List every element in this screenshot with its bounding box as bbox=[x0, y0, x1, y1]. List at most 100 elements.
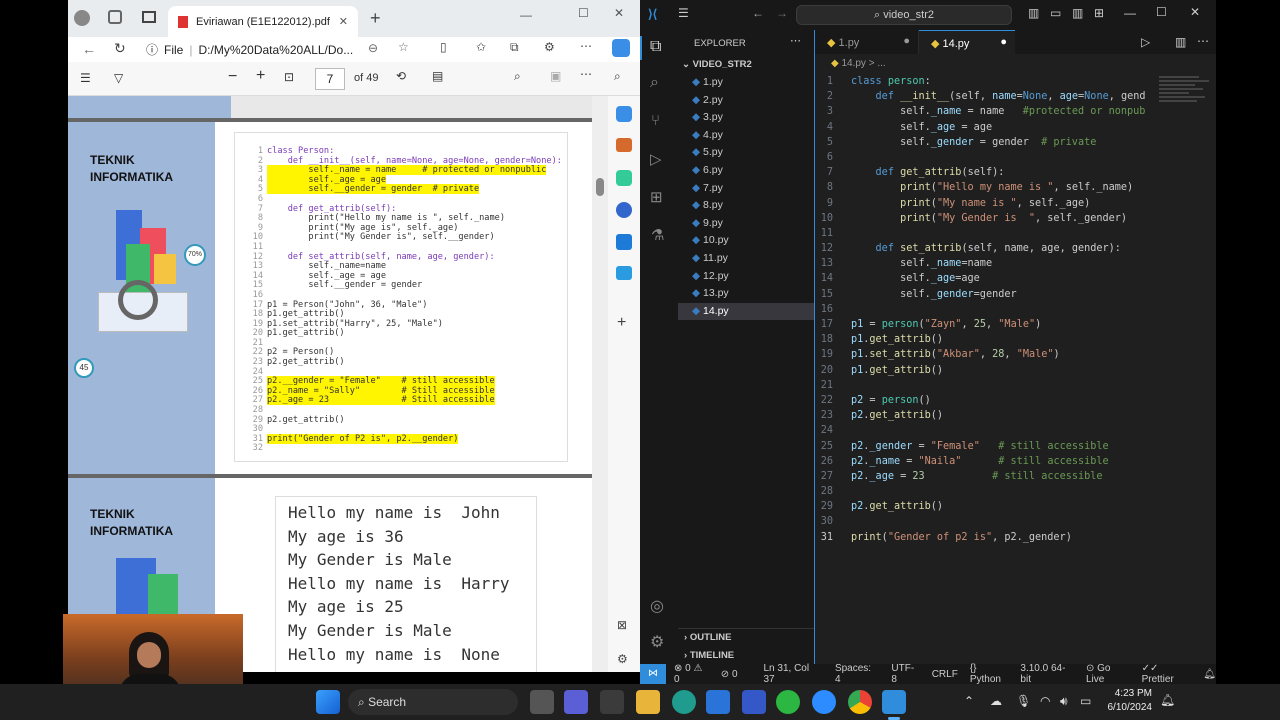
vs-close-icon[interactable]: ✕ bbox=[1190, 5, 1200, 19]
extensions-icon[interactable]: ⚙ bbox=[544, 40, 555, 54]
code-line[interactable]: 11 bbox=[815, 226, 1216, 241]
code-line[interactable]: 27 p2._age = 23 # still accessible bbox=[815, 469, 1216, 484]
ports-status[interactable]: ⊘ 0 bbox=[721, 669, 738, 680]
address-bar[interactable]: ⓘ File | D:/My%20Data%20ALL/Do... bbox=[146, 39, 396, 60]
breadcrumb[interactable]: ◆ 14.py > ... bbox=[831, 58, 886, 69]
explorer-icon[interactable]: ⧉ bbox=[650, 38, 661, 56]
code-line[interactable]: 23 p2.get_attrib() bbox=[815, 408, 1216, 423]
file-item[interactable]: ◆ 14.py bbox=[678, 302, 814, 321]
favorite-icon[interactable]: ☆ bbox=[398, 40, 409, 54]
code-line[interactable]: 17 p1 = person("Zayn", 25, "Male") bbox=[815, 317, 1216, 332]
code-line[interactable]: 8 print("Hello my name is ", self._name) bbox=[815, 180, 1216, 195]
code-line[interactable]: 18 p1.get_attrib() bbox=[815, 332, 1216, 347]
code-line[interactable]: 26 p2._name = "Naila" # still accessible bbox=[815, 454, 1216, 469]
pdf-more-icon[interactable]: ⋯ bbox=[580, 67, 592, 81]
run-debug-icon[interactable]: ▷ bbox=[650, 150, 662, 168]
extensions-view-icon[interactable]: ⊞ bbox=[650, 188, 663, 206]
code-line[interactable]: 4 self._age = age bbox=[815, 120, 1216, 135]
highlight-icon[interactable]: ▽ bbox=[114, 71, 123, 85]
send-icon[interactable] bbox=[616, 266, 632, 280]
folder-header[interactable]: ⌄ VIDEO_STR2 bbox=[682, 59, 752, 70]
settings-icon[interactable]: ⚙ bbox=[617, 652, 628, 666]
tab-actions-icon[interactable] bbox=[142, 11, 156, 23]
collections-icon[interactable]: ⧉ bbox=[510, 40, 519, 55]
accounts-icon[interactable]: ◎ bbox=[650, 596, 664, 616]
command-center-search[interactable]: ⌕ video_str2 bbox=[796, 5, 1012, 25]
clock[interactable]: 4:23 PM 6/10/2024 bbox=[1104, 687, 1153, 715]
battery-icon[interactable]: ▭ bbox=[1080, 694, 1091, 708]
vscode-taskbar-icon[interactable] bbox=[882, 690, 906, 714]
store-icon[interactable] bbox=[706, 690, 730, 714]
layout-icon[interactable]: ▥ bbox=[1028, 6, 1039, 20]
file-item[interactable]: ◆ 3.py bbox=[678, 109, 814, 127]
favorites-icon[interactable]: ✩ bbox=[476, 40, 486, 54]
interpreter[interactable]: 3.10.0 64-bit bbox=[1020, 663, 1076, 685]
pdf-scrollbar[interactable] bbox=[592, 96, 608, 672]
edge-tab-pdf[interactable]: Eviriawan (E1E122012).pdf ✕ bbox=[168, 6, 358, 37]
add-sidebar-icon[interactable]: + bbox=[617, 314, 626, 332]
workspaces-icon[interactable] bbox=[108, 10, 122, 24]
customize-layout-icon[interactable]: ⊞ bbox=[1094, 6, 1104, 20]
end-of-line[interactable]: CRLF bbox=[932, 669, 958, 680]
sidebar-toggle-icon[interactable]: ⊠ bbox=[617, 618, 627, 632]
sidebar-copilot-icon[interactable] bbox=[616, 106, 632, 122]
language-mode[interactable]: {} Python bbox=[970, 663, 1011, 685]
code-line[interactable]: 14 self._age=age bbox=[815, 271, 1216, 286]
file-explorer-icon[interactable] bbox=[636, 690, 660, 714]
panel-icon[interactable]: ▭ bbox=[1050, 6, 1061, 20]
code-line[interactable]: 12 def set_attrib(self, name, age, gende… bbox=[815, 241, 1216, 256]
page-number-input[interactable]: 7 bbox=[315, 68, 345, 90]
task-view-icon[interactable] bbox=[530, 690, 554, 714]
zoom-icon[interactable]: ⊖ bbox=[368, 41, 378, 55]
minimap[interactable] bbox=[1159, 74, 1215, 130]
go-live[interactable]: ⊙ Go Live bbox=[1086, 663, 1132, 685]
code-line[interactable]: 25 p2._gender = "Female" # still accessib… bbox=[815, 439, 1216, 454]
minimize-icon[interactable]: — bbox=[520, 8, 532, 22]
tray-chevron-icon[interactable]: ⌃ bbox=[964, 694, 974, 708]
encoding[interactable]: UTF-8 bbox=[891, 663, 919, 685]
search-pdf-icon[interactable]: ⌕ bbox=[514, 69, 521, 84]
volume-icon[interactable]: 🔊︎ bbox=[1060, 694, 1068, 709]
code-line[interactable]: 7 def get_attrib(self): bbox=[815, 165, 1216, 180]
new-tab-icon[interactable]: + bbox=[370, 8, 381, 29]
file-item[interactable]: ◆ 4.py bbox=[678, 127, 814, 145]
split-editor-icon[interactable]: ▥ bbox=[1175, 35, 1186, 49]
tools-icon[interactable] bbox=[616, 170, 632, 186]
vs-maximize-icon[interactable]: ☐ bbox=[1156, 5, 1167, 19]
file-item[interactable]: ◆ 10.py bbox=[678, 232, 814, 250]
shopping-icon[interactable] bbox=[616, 138, 632, 152]
file-item[interactable]: ◆ 1.py bbox=[678, 74, 814, 92]
search-view-icon[interactable]: ⌕ bbox=[650, 74, 659, 92]
microphone-icon[interactable]: 🎙︎ bbox=[1016, 694, 1031, 708]
outlook-icon[interactable] bbox=[616, 234, 632, 250]
code-line[interactable]: 9 print("My name is ", self._age) bbox=[815, 196, 1216, 211]
file-item[interactable]: ◆ 8.py bbox=[678, 197, 814, 215]
code-line[interactable]: 31 print("Gender of p2 is", p2._gender) bbox=[815, 530, 1216, 545]
chrome-icon[interactable] bbox=[848, 690, 872, 714]
pdf-viewport[interactable]: TEKNIK INFORMATIKA 70% 45 1 class Person: 2… bbox=[68, 96, 592, 672]
onedrive-icon[interactable]: ☁ bbox=[990, 694, 1002, 708]
code-line[interactable]: 28 bbox=[815, 484, 1216, 499]
code-line[interactable]: 20 p1.get_attrib() bbox=[815, 363, 1216, 378]
file-item[interactable]: ◆ 12.py bbox=[678, 268, 814, 286]
editor-more-icon[interactable]: ⋯ bbox=[1197, 34, 1209, 48]
close-window-icon[interactable]: ✕ bbox=[614, 6, 624, 20]
zoom-app-icon[interactable] bbox=[812, 690, 836, 714]
zoom-out-icon[interactable]: − bbox=[228, 68, 237, 86]
file-item[interactable]: ◆ 13.py bbox=[678, 285, 814, 303]
file-item[interactable]: ◆ 7.py bbox=[678, 180, 814, 198]
vs-minimize-icon[interactable]: — bbox=[1124, 6, 1136, 20]
prettier[interactable]: ✓✓ Prettier bbox=[1142, 663, 1194, 685]
code-line[interactable]: 16 bbox=[815, 302, 1216, 317]
file-item[interactable]: ◆ 5.py bbox=[678, 144, 814, 162]
tab-1py[interactable]: ◆ 1.py ● bbox=[815, 30, 919, 54]
code-line[interactable]: 29 p2.get_attrib() bbox=[815, 499, 1216, 514]
menu-icon[interactable]: ☰ bbox=[678, 6, 689, 20]
code-line[interactable]: 5 self._gender = gender # private bbox=[815, 135, 1216, 150]
file-item[interactable]: ◆ 9.py bbox=[678, 215, 814, 233]
fit-page-icon[interactable]: ⊡ bbox=[284, 70, 294, 84]
tab-14py[interactable]: ◆ 14.py ● bbox=[919, 30, 1015, 54]
notifications-icon[interactable]: 🔔︎ bbox=[1203, 669, 1216, 680]
edge-taskbar-icon[interactable] bbox=[672, 690, 696, 714]
code-line[interactable]: 21 bbox=[815, 378, 1216, 393]
